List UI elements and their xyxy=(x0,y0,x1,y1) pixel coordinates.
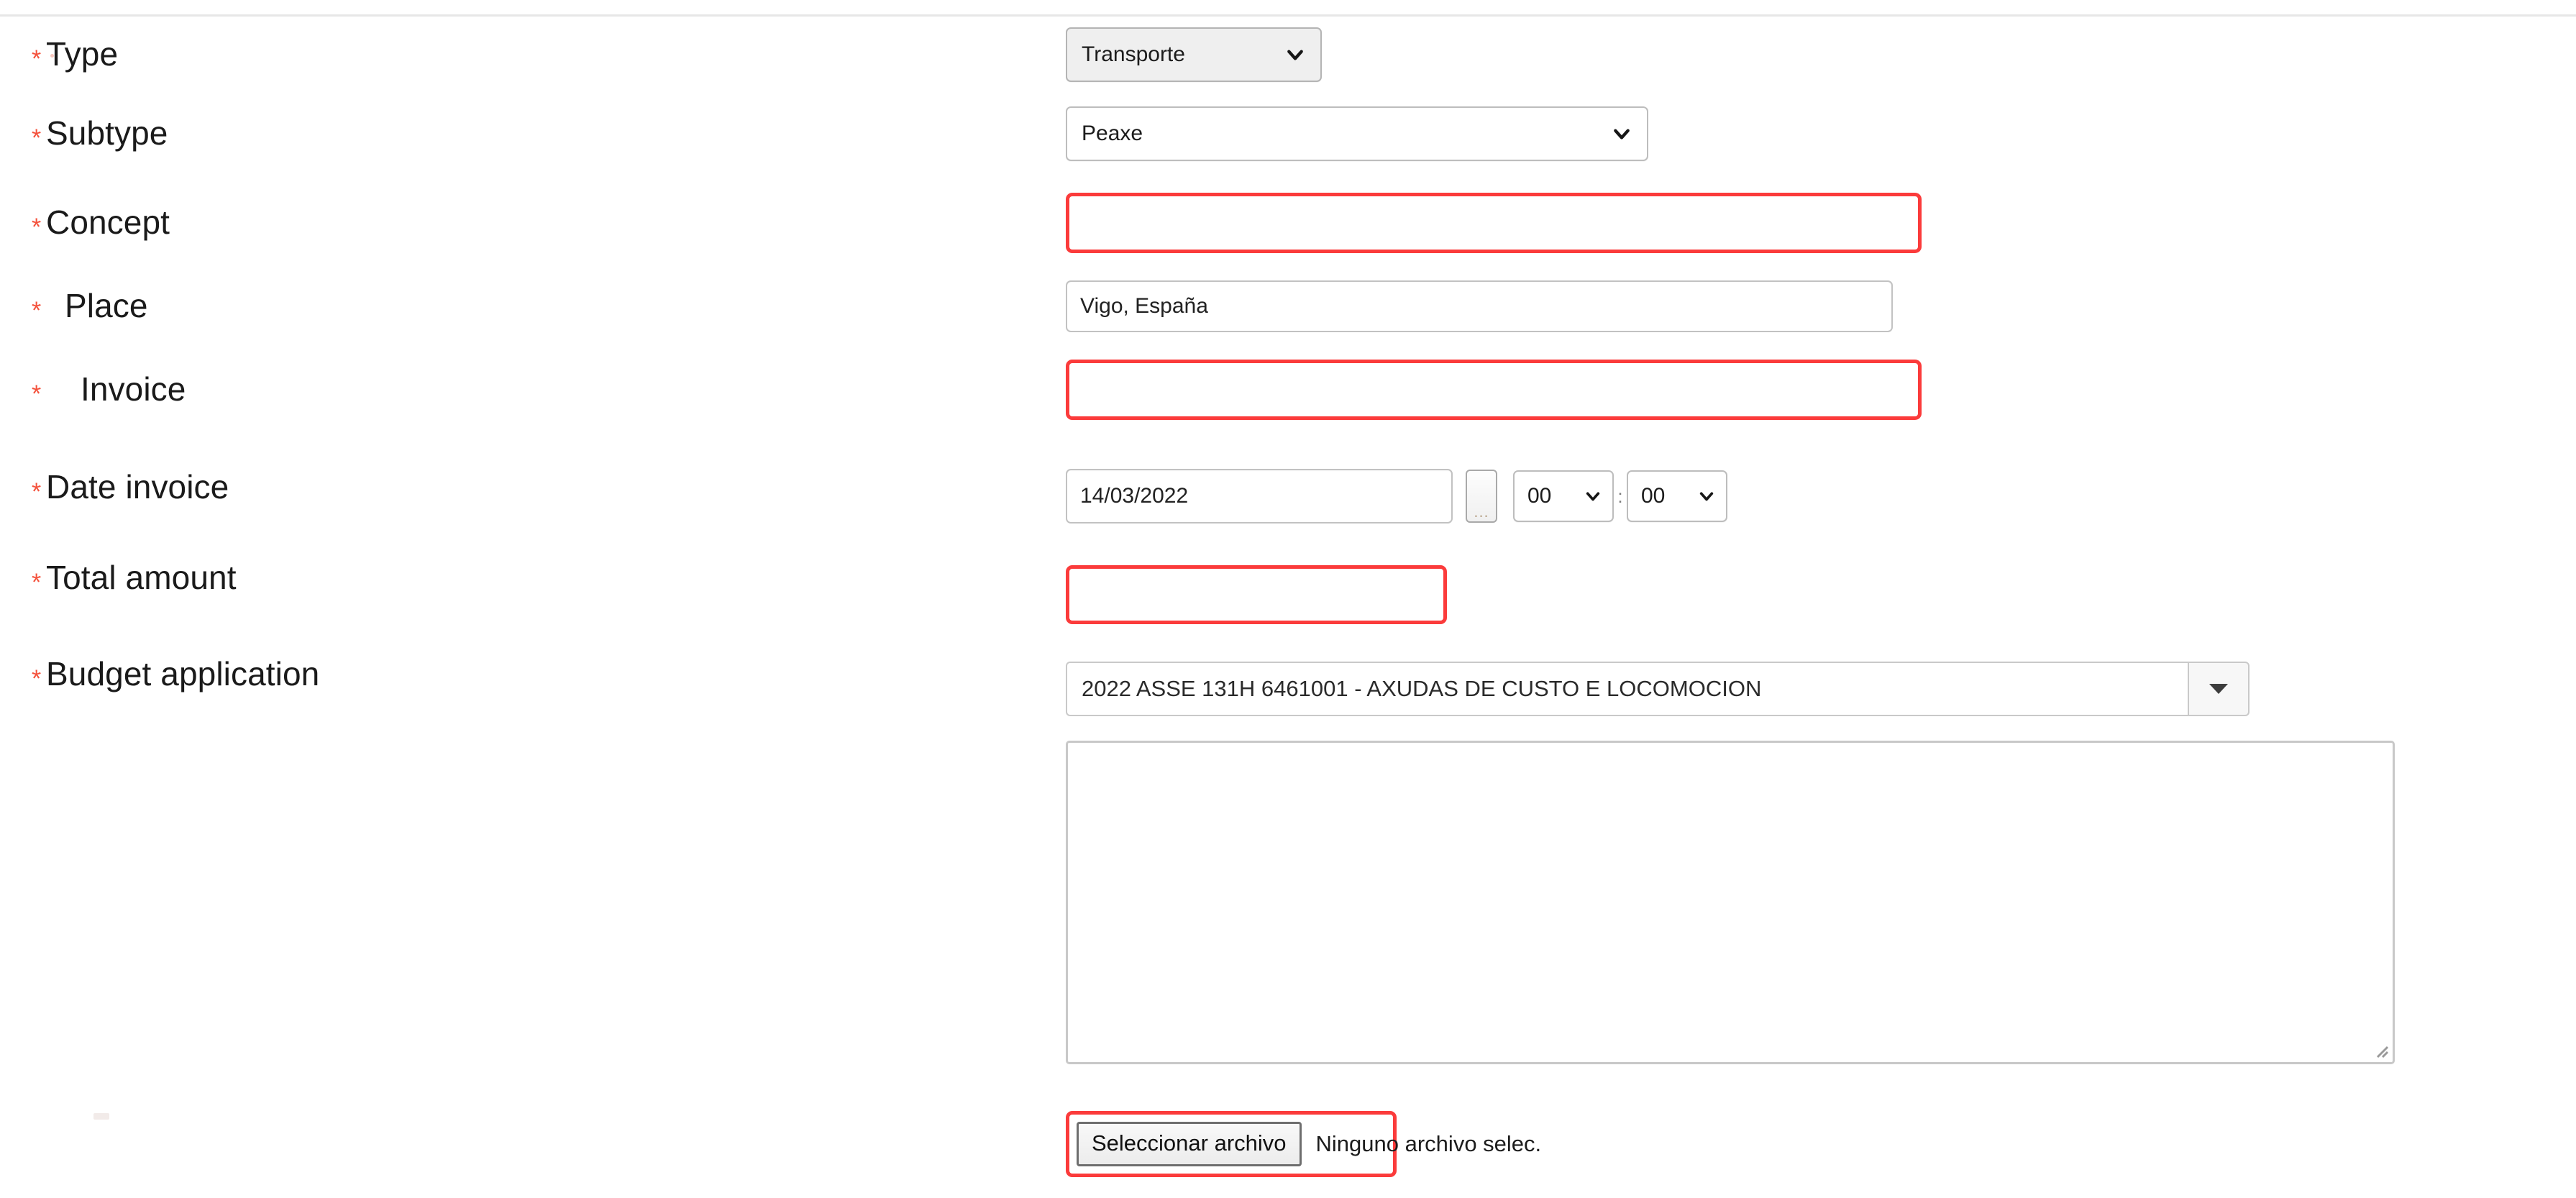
label-subtype: * Subtype xyxy=(32,114,168,152)
faint-artifact-mark xyxy=(93,1113,109,1120)
budget-application-value: 2022 ASSE 131H 6461001 - AXUDAS DE CUSTO… xyxy=(1082,676,1762,701)
calendar-dots-icon: ... xyxy=(1474,503,1489,521)
required-asterisk-icon: * xyxy=(32,47,54,71)
caret-down-icon xyxy=(2209,684,2228,694)
place-input-value: Vigo, España xyxy=(1080,294,1208,318)
label-invoice-text: Invoice xyxy=(81,370,186,408)
label-date-invoice: * Date invoice xyxy=(32,467,229,506)
date-invoice-value: 14/03/2022 xyxy=(1080,484,1189,508)
budget-application-combo: 2022 ASSE 131H 6461001 - AXUDAS DE CUSTO… xyxy=(1066,662,2250,716)
label-total-amount: * Total amount xyxy=(32,558,237,597)
total-amount-input[interactable] xyxy=(1066,565,1447,624)
subtype-select-value: Peaxe xyxy=(1082,122,1143,145)
hour-select[interactable]: 00 xyxy=(1513,470,1614,522)
required-asterisk-icon: * xyxy=(32,124,42,152)
label-type: * Type xyxy=(32,35,118,73)
minute-select-value: 00 xyxy=(1641,484,1666,508)
type-select-value: Transporte xyxy=(1082,42,1185,66)
invoice-input[interactable] xyxy=(1066,360,1922,420)
label-place: * Place xyxy=(32,286,148,325)
chevron-down-icon xyxy=(1585,488,1601,504)
field-subtype: Peaxe xyxy=(1066,106,1648,161)
field-place: Vigo, España xyxy=(1066,280,1893,332)
time-separator: : xyxy=(1617,485,1623,507)
field-type: Transporte xyxy=(1066,27,1322,82)
place-input[interactable]: Vigo, España xyxy=(1066,280,1893,332)
required-asterisk-icon: * xyxy=(32,665,42,692)
calendar-picker-button[interactable]: ... xyxy=(1466,470,1497,523)
required-asterisk-icon: * xyxy=(32,297,42,324)
label-date-invoice-text: Date invoice xyxy=(46,468,229,506)
chevron-down-icon xyxy=(1699,488,1714,504)
chevron-down-icon xyxy=(1286,45,1305,64)
label-place-text: Place xyxy=(65,287,148,324)
label-total-amount-text: Total amount xyxy=(46,559,237,596)
label-budget-application: * Budget application xyxy=(32,654,319,693)
date-invoice-input[interactable]: 14/03/2022 xyxy=(1066,469,1453,523)
hour-select-value: 00 xyxy=(1527,484,1552,508)
label-subtype-text: Subtype xyxy=(46,114,168,152)
file-upload-status: Ninguno archivo selec. xyxy=(1315,1131,1542,1156)
label-invoice: * Invoice xyxy=(32,370,186,408)
budget-application-dropdown-button[interactable] xyxy=(2188,662,2250,716)
budget-application-input[interactable]: 2022 ASSE 131H 6461001 - AXUDAS DE CUSTO… xyxy=(1066,662,2188,716)
concept-input[interactable] xyxy=(1066,193,1922,253)
notes-textarea[interactable] xyxy=(1066,741,2395,1064)
top-divider xyxy=(0,14,2576,17)
required-asterisk-icon: * xyxy=(32,380,42,408)
file-upload-control[interactable]: Seleccionar archivo Ninguno archivo sele… xyxy=(1066,1111,1541,1177)
field-date-invoice: 14/03/2022 ... 00 : 00 xyxy=(1066,469,1727,523)
field-file-upload: Seleccionar archivo Ninguno archivo sele… xyxy=(1066,1111,1541,1177)
label-concept-text: Concept xyxy=(46,204,170,241)
resize-grip-icon[interactable] xyxy=(2370,1040,2389,1058)
field-invoice xyxy=(1066,360,1922,420)
field-total-amount xyxy=(1066,565,1447,624)
label-concept: * Concept xyxy=(32,203,170,242)
field-concept xyxy=(1066,193,1922,253)
required-asterisk-icon: * xyxy=(32,214,42,241)
subtype-select[interactable]: Peaxe xyxy=(1066,106,1648,161)
label-type-text: Type xyxy=(46,35,119,73)
field-notes xyxy=(1066,741,2395,1064)
chevron-down-icon xyxy=(1612,124,1631,143)
required-asterisk-icon: * xyxy=(32,569,42,596)
field-budget-application: 2022 ASSE 131H 6461001 - AXUDAS DE CUSTO… xyxy=(1066,662,2250,716)
minute-select[interactable]: 00 xyxy=(1627,470,1727,522)
type-select[interactable]: Transporte xyxy=(1066,27,1322,82)
label-budget-application-text: Budget application xyxy=(46,655,320,692)
required-asterisk-icon: * xyxy=(32,478,42,506)
select-file-button[interactable]: Seleccionar archivo xyxy=(1077,1122,1302,1166)
